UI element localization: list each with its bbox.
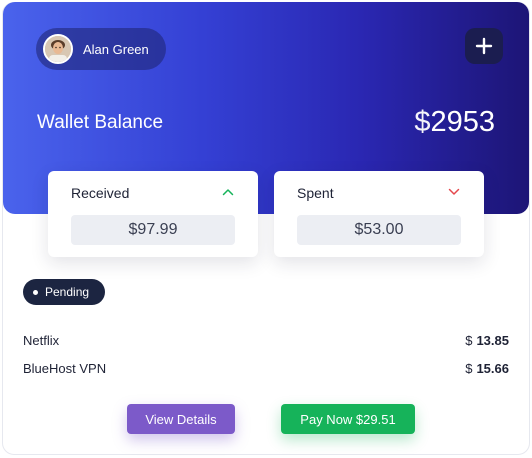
plus-icon bbox=[475, 37, 493, 55]
balance-value: 2953 bbox=[430, 106, 495, 138]
spent-value: $53.00 bbox=[297, 215, 461, 245]
list-item: Netflix $13.85 bbox=[23, 331, 509, 351]
received-label: Received bbox=[71, 185, 130, 201]
avatar bbox=[43, 34, 73, 64]
user-name: Alan Green bbox=[83, 41, 149, 57]
user-pill[interactable]: Alan Green bbox=[36, 28, 166, 70]
transaction-amount: $13.85 bbox=[465, 333, 509, 348]
spent-card: Spent $53.00 bbox=[274, 171, 484, 257]
transaction-name: Netflix bbox=[23, 333, 60, 348]
add-button[interactable] bbox=[465, 28, 503, 64]
status-badge: Pending bbox=[23, 279, 105, 305]
view-details-button[interactable]: View Details bbox=[127, 404, 235, 434]
wallet-balance-label: Wallet Balance bbox=[37, 112, 164, 133]
transaction-name: BlueHost VPN bbox=[23, 361, 107, 376]
chevron-up-icon bbox=[222, 189, 234, 196]
spent-label: Spent bbox=[297, 185, 334, 201]
received-card: Received $97.99 bbox=[48, 171, 258, 257]
pay-now-button[interactable]: Pay Now $29.51 bbox=[281, 404, 415, 434]
chevron-down-icon bbox=[448, 188, 460, 195]
transaction-amount: $15.66 bbox=[465, 361, 509, 376]
status-dot bbox=[33, 289, 38, 295]
balance-currency: $ bbox=[414, 106, 431, 138]
status-label: Pending bbox=[45, 285, 90, 299]
received-value: $97.99 bbox=[71, 215, 235, 245]
list-item: BlueHost VPN $15.66 bbox=[23, 359, 509, 379]
wallet-balance-amount: $2953 bbox=[414, 106, 495, 139]
avatar-photo bbox=[45, 36, 71, 62]
